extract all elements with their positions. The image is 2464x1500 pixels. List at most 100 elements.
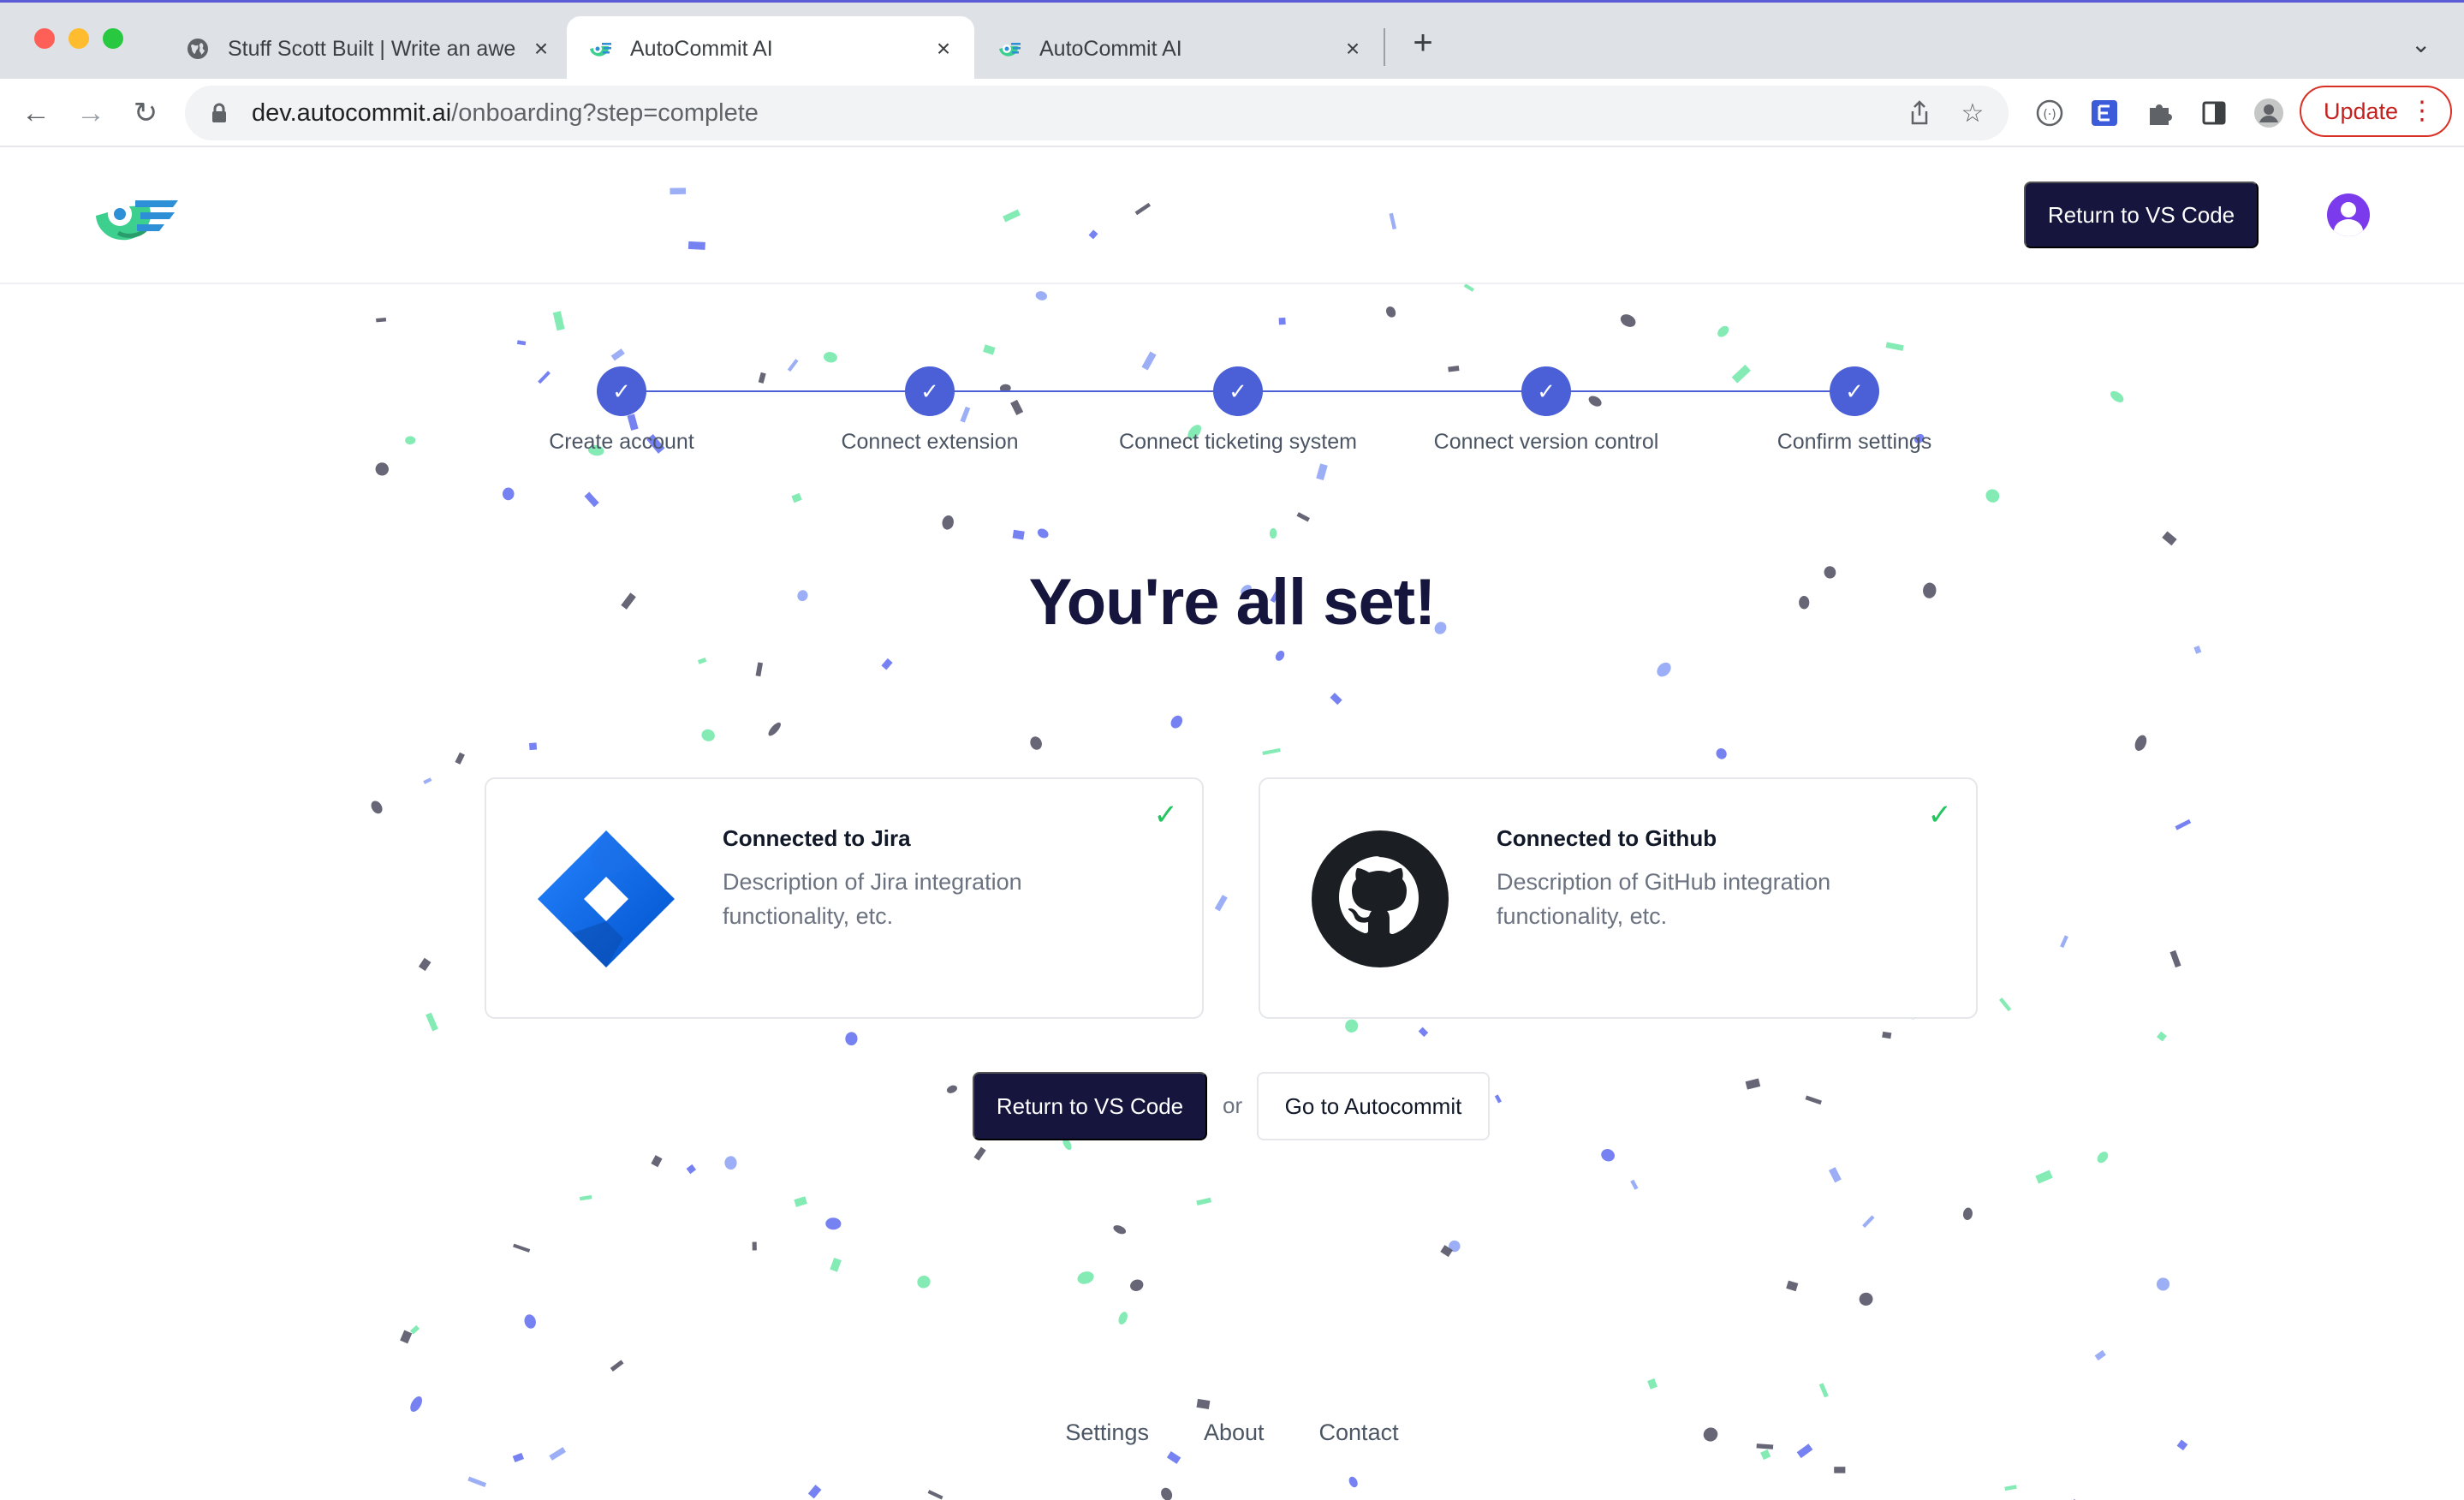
confetti-piece bbox=[1717, 325, 1729, 337]
confetti-piece bbox=[1030, 736, 1042, 750]
go-to-autocommit-button[interactable]: Go to Autocommit bbox=[1257, 1072, 1490, 1140]
confetti-piece bbox=[516, 340, 527, 346]
browser-tab-stuff-scott-built[interactable]: Stuff Scott Built | Write an awe × bbox=[164, 16, 572, 81]
confetti-piece bbox=[830, 1257, 842, 1272]
share-icon[interactable] bbox=[1902, 98, 1937, 128]
autocommit-logo-icon bbox=[999, 43, 1021, 57]
update-label: Update bbox=[2324, 98, 2399, 124]
forward-arrow-icon[interactable]: → bbox=[70, 92, 111, 134]
address-bar[interactable]: dev.autocommit.ai/onboarding?step=comple… bbox=[185, 86, 2009, 140]
confetti-piece bbox=[410, 1396, 422, 1412]
user-avatar[interactable] bbox=[2327, 193, 2370, 236]
side-panel-icon[interactable] bbox=[2197, 96, 2231, 130]
confetti-piece bbox=[686, 1164, 697, 1175]
confetti-piece bbox=[1859, 1292, 1873, 1306]
footer-link-about[interactable]: About bbox=[1204, 1420, 1265, 1446]
github-integration-card: Connected to Github Description of GitHu… bbox=[1259, 777, 1978, 1019]
jira-icon bbox=[538, 830, 675, 967]
step-label: Connect ticketing system bbox=[1119, 430, 1357, 454]
confetti-piece bbox=[1170, 715, 1183, 729]
confetti-piece bbox=[1275, 651, 1285, 661]
footer-link-settings[interactable]: Settings bbox=[1065, 1420, 1149, 1446]
reload-icon[interactable]: ↻ bbox=[125, 92, 166, 134]
confetti-piece bbox=[942, 515, 954, 530]
confetti-piece bbox=[1962, 1207, 1973, 1221]
update-button[interactable]: Update ⋮ bbox=[2300, 86, 2452, 137]
confetti-piece bbox=[423, 777, 432, 784]
zoom-window-button[interactable] bbox=[103, 28, 123, 49]
onboarding-page: Return to VS Code ✓ Create account ✓ Con… bbox=[0, 147, 2464, 1500]
confetti-piece bbox=[2110, 390, 2124, 402]
extension-bracket-icon[interactable]: (·) bbox=[2033, 96, 2067, 130]
browser-tab-autocommit[interactable]: AutoCommit AI × bbox=[976, 16, 1384, 81]
confetti-piece bbox=[2004, 1485, 2017, 1491]
tab-divider bbox=[1384, 28, 1385, 66]
confetti-piece bbox=[1196, 1197, 1212, 1205]
confetti-piece bbox=[1862, 1215, 1875, 1229]
close-tab-icon[interactable]: × bbox=[1341, 35, 1365, 62]
globe-icon bbox=[187, 39, 208, 59]
browser-tab-autocommit-active[interactable]: AutoCommit AI × bbox=[567, 16, 974, 81]
confetti-piece bbox=[983, 344, 996, 355]
card-description: Description of GitHub integration functi… bbox=[1497, 869, 1831, 929]
confetti-piece bbox=[513, 1243, 531, 1253]
confetti-piece bbox=[1113, 1225, 1127, 1235]
tab-search-chevron-icon[interactable]: ⌄ bbox=[2411, 30, 2431, 58]
confetti-piece bbox=[1818, 1383, 1829, 1398]
confetti-piece bbox=[1385, 307, 1396, 318]
step-connect-version-control: ✓ Connect version control bbox=[1418, 366, 1675, 455]
confetti-piece bbox=[584, 491, 599, 508]
confetti-piece bbox=[1348, 1476, 1358, 1488]
confetti-piece bbox=[1647, 1378, 1658, 1390]
confetti-piece bbox=[697, 658, 707, 664]
app-header: Return to VS Code bbox=[0, 147, 2464, 284]
confetti-piece bbox=[651, 1155, 663, 1168]
footer-nav: Settings About Contact bbox=[0, 1420, 2464, 1446]
confetti-piece bbox=[1130, 1279, 1144, 1291]
minimize-window-button[interactable] bbox=[68, 28, 89, 49]
confetti-piece bbox=[2035, 1170, 2053, 1184]
confetti-piece bbox=[371, 801, 383, 814]
avatar-body bbox=[2334, 219, 2363, 236]
bookmark-star-icon[interactable]: ☆ bbox=[1955, 98, 1990, 128]
close-tab-icon[interactable]: × bbox=[931, 35, 955, 62]
confetti-piece bbox=[610, 1360, 624, 1372]
confetti-piece bbox=[1834, 1467, 1846, 1473]
step-label: Connect extension bbox=[841, 430, 1019, 454]
autocommit-logo-icon bbox=[590, 43, 611, 57]
step-connect-extension: ✓ Connect extension bbox=[801, 366, 1058, 455]
extensions-puzzle-icon[interactable] bbox=[2142, 96, 2176, 130]
confetti-piece bbox=[1262, 747, 1281, 755]
more-menu-icon[interactable]: ⋮ bbox=[2409, 96, 2435, 127]
confetti-piece bbox=[2094, 1349, 2106, 1361]
confetti-piece bbox=[1269, 527, 1277, 539]
confetti-piece bbox=[768, 722, 781, 736]
github-icon bbox=[1312, 830, 1449, 967]
confetti-piece bbox=[1882, 1031, 1892, 1039]
confetti-piece bbox=[1296, 512, 1310, 522]
close-window-button[interactable] bbox=[34, 28, 55, 49]
lock-icon[interactable] bbox=[204, 98, 235, 128]
back-arrow-icon[interactable]: ← bbox=[15, 92, 57, 134]
confetti-piece bbox=[1463, 283, 1475, 292]
step-check-icon: ✓ bbox=[1830, 366, 1879, 416]
confetti-piece bbox=[752, 1241, 757, 1251]
confetti-piece bbox=[1449, 1240, 1461, 1253]
close-tab-icon[interactable]: × bbox=[529, 35, 553, 62]
new-tab-icon[interactable]: + bbox=[1406, 26, 1440, 61]
confetti-piece bbox=[807, 1485, 822, 1499]
confetti-piece bbox=[455, 752, 465, 765]
profile-icon[interactable] bbox=[2252, 96, 2286, 130]
confetti-piece bbox=[579, 1194, 592, 1201]
autocommit-logo-icon[interactable] bbox=[92, 185, 182, 247]
footer-link-contact[interactable]: Contact bbox=[1319, 1420, 1399, 1446]
connected-check-icon: ✓ bbox=[1153, 799, 1179, 831]
extension-e-icon[interactable] bbox=[2087, 96, 2122, 130]
confetti-piece bbox=[610, 348, 625, 361]
confetti-piece bbox=[1716, 748, 1727, 759]
header-return-vscode-button[interactable]: Return to VS Code bbox=[2024, 182, 2259, 248]
return-to-vscode-button[interactable]: Return to VS Code bbox=[973, 1072, 1207, 1140]
confetti-piece bbox=[1418, 1027, 1429, 1038]
confetti-piece bbox=[794, 1196, 807, 1207]
confetti-piece bbox=[512, 1452, 525, 1463]
